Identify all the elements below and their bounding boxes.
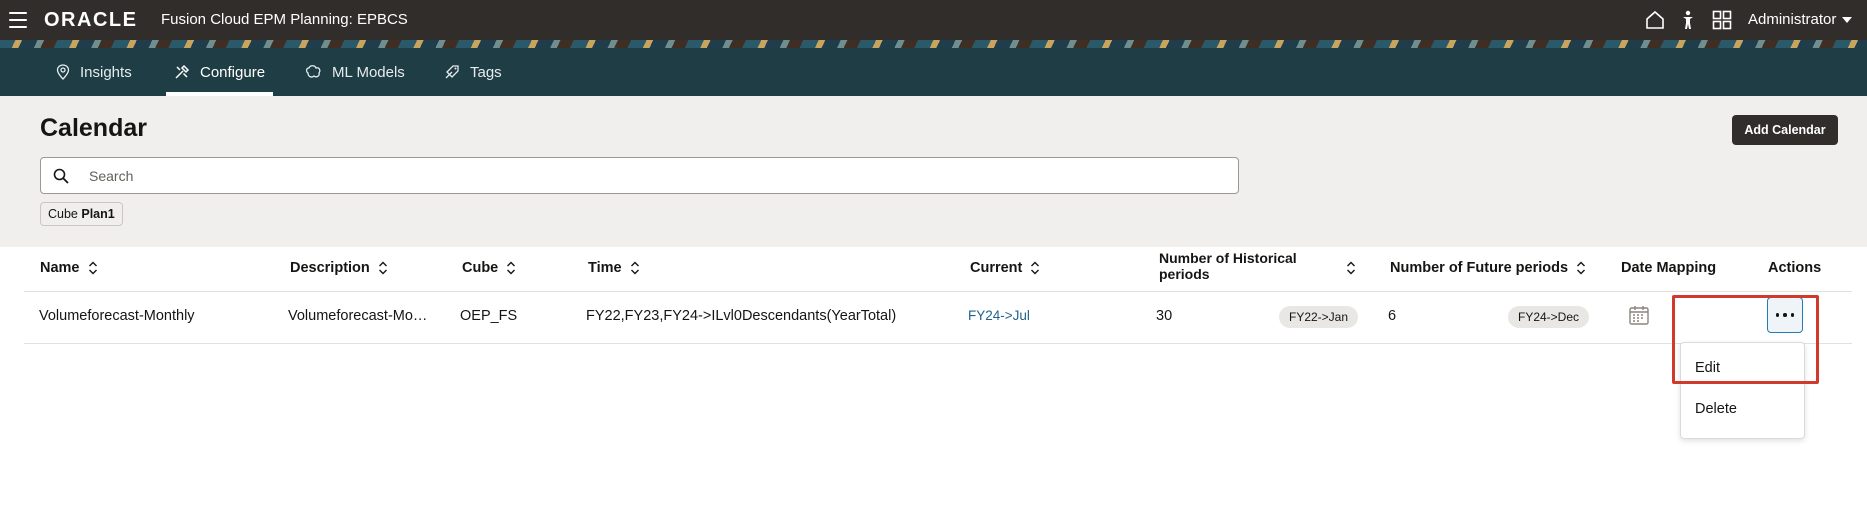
ml-models-icon	[305, 65, 321, 78]
header-label: Name	[40, 260, 80, 276]
header-label: Cube	[462, 260, 499, 276]
app-title: Fusion Cloud EPM Planning: EPBCS	[161, 11, 408, 28]
table-row[interactable]: Volumeforecast-Monthly Volumeforecast-Mo…	[24, 292, 1852, 344]
header-label: Current	[970, 260, 1023, 276]
chevron-down-icon	[1842, 17, 1853, 24]
column-header-date-mapping: Date Mapping	[1621, 260, 1716, 276]
accessibility-icon[interactable]	[1680, 10, 1696, 35]
page-header: Calendar Add Calendar Cube Plan1	[0, 96, 1867, 247]
column-header-current[interactable]: Current	[970, 260, 1040, 276]
nav-tabs: Insights Configure ML Models Tags	[0, 48, 1867, 96]
add-calendar-button[interactable]: Add Calendar	[1732, 115, 1838, 145]
tab-label: ML Models	[332, 63, 405, 81]
tab-label: Configure	[200, 63, 266, 81]
search-input[interactable]	[89, 158, 1229, 193]
cell-cube: OEP_FS	[460, 308, 518, 324]
row-actions-button[interactable]	[1767, 297, 1803, 333]
cell-description: Volumeforecast-Mo…	[288, 308, 428, 324]
future-end-badge: FY24->Dec	[1508, 306, 1590, 328]
tab-tags[interactable]: Tags	[444, 48, 502, 96]
tab-configure[interactable]: Configure	[166, 48, 274, 96]
column-header-future-periods[interactable]: Number of Future periods	[1390, 260, 1586, 276]
header-label: Number of Historical	[1159, 250, 1297, 266]
location-pin-icon	[56, 64, 70, 80]
menu-item-edit[interactable]: Edit	[1695, 360, 1720, 376]
column-header-time[interactable]: Time	[588, 260, 640, 276]
row-actions-menu: Edit Delete	[1680, 342, 1805, 439]
header-label: Time	[588, 260, 622, 276]
sort-icon	[1577, 261, 1586, 275]
filter-chip-label: Cube	[48, 207, 78, 221]
column-header-cube[interactable]: Cube	[462, 260, 516, 276]
user-name: Administrator	[1748, 11, 1837, 28]
header-label: Date Mapping	[1621, 260, 1717, 276]
sort-icon	[630, 261, 639, 275]
header-label: Number of Future periods	[1390, 260, 1569, 276]
column-header-description[interactable]: Description	[290, 260, 388, 276]
calendar-table: Name Description Cube Time Current Numbe…	[24, 247, 1852, 532]
cell-future-count: 6	[1388, 308, 1397, 324]
filter-chip-value: Plan1	[81, 207, 115, 221]
search-icon	[53, 168, 69, 184]
tools-icon	[175, 64, 190, 79]
column-header-historical[interactable]: Number of Historical periods	[1159, 250, 1297, 282]
sort-icon	[1031, 261, 1040, 275]
cell-historical-count: 30	[1156, 308, 1173, 324]
column-header-actions: Actions	[1768, 260, 1821, 276]
current-period-link[interactable]: FY24->Jul	[968, 308, 1030, 323]
menu-item-delete[interactable]: Delete	[1695, 401, 1737, 417]
home-icon[interactable]	[1645, 10, 1665, 35]
navigator-grid-icon[interactable]	[1712, 10, 1732, 35]
tag-icon	[445, 65, 459, 79]
table-header: Name Description Cube Time Current Numbe…	[24, 247, 1852, 292]
header-label: Actions	[1768, 260, 1822, 276]
top-bar: ORACLE Fusion Cloud EPM Planning: EPBCS …	[0, 0, 1867, 40]
search-box[interactable]	[40, 157, 1239, 194]
header-label: periods	[1159, 266, 1210, 282]
menu-icon[interactable]	[9, 12, 27, 28]
sort-icon[interactable]	[1346, 261, 1356, 275]
calendar-icon[interactable]	[1628, 304, 1650, 331]
user-menu[interactable]: Administrator	[1748, 11, 1853, 28]
tab-insights[interactable]: Insights	[56, 48, 132, 96]
tab-ml-models[interactable]: ML Models	[305, 48, 405, 96]
page-title: Calendar	[40, 114, 147, 142]
sort-icon	[88, 261, 97, 275]
tab-label: Tags	[470, 63, 502, 81]
sort-icon	[507, 261, 516, 275]
tab-label: Insights	[80, 63, 132, 81]
historical-start-badge: FY22->Jan	[1279, 306, 1359, 328]
cell-time: FY22,FY23,FY24->ILvl0Descendants(YearTot…	[586, 308, 897, 324]
sort-icon	[378, 261, 387, 275]
oracle-logo: ORACLE	[44, 9, 138, 31]
filter-chip-cube[interactable]: Cube Plan1	[40, 202, 123, 226]
column-header-name[interactable]: Name	[40, 260, 98, 276]
decorative-banner	[0, 40, 1867, 48]
header-label: Description	[290, 260, 370, 276]
cell-name: Volumeforecast-Monthly	[39, 308, 195, 324]
